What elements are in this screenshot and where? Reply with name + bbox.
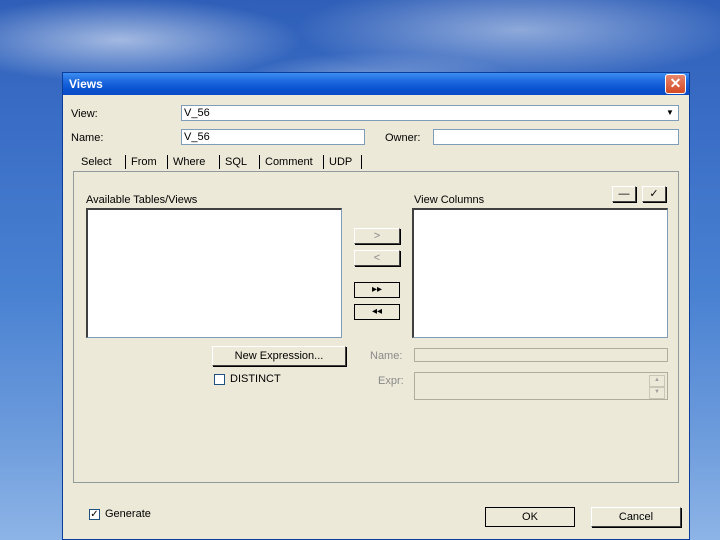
title-bar[interactable]: Views ✕ bbox=[63, 73, 689, 95]
distinct-label: DISTINCT bbox=[230, 373, 281, 385]
tab-select[interactable]: Select bbox=[79, 153, 114, 171]
chevron-down-icon[interactable]: ▼ bbox=[663, 107, 677, 119]
tab-separator bbox=[219, 155, 220, 169]
tab-separator bbox=[125, 155, 126, 169]
move-up-button[interactable]: — bbox=[612, 186, 636, 202]
tab-where[interactable]: Where bbox=[171, 153, 207, 171]
tab-udp[interactable]: UDP bbox=[327, 153, 354, 171]
tab-separator bbox=[259, 155, 260, 169]
add-all-columns-button[interactable]: ▸▸ bbox=[354, 282, 400, 298]
name-input[interactable]: V_56 bbox=[181, 129, 365, 145]
scroll-up-icon[interactable]: ▲ bbox=[649, 375, 665, 387]
tab-separator bbox=[323, 155, 324, 169]
view-columns-label: View Columns bbox=[414, 194, 485, 206]
select-tab-panel: Available Tables/Views View Columns — ✓ … bbox=[73, 171, 679, 483]
close-button[interactable]: ✕ bbox=[665, 74, 686, 94]
scroll-down-icon[interactable]: ▼ bbox=[649, 387, 665, 399]
view-columns-list[interactable] bbox=[412, 208, 668, 338]
view-dropdown-value: V_56 bbox=[184, 107, 210, 119]
tab-sql[interactable]: SQL bbox=[223, 153, 249, 171]
ok-button[interactable]: OK bbox=[485, 507, 575, 527]
add-column-button[interactable]: > bbox=[354, 228, 400, 244]
distinct-checkbox[interactable] bbox=[214, 374, 225, 385]
owner-input[interactable] bbox=[433, 129, 679, 145]
generate-checkbox[interactable]: ✓ bbox=[89, 509, 100, 520]
window-title: Views bbox=[69, 77, 103, 91]
remove-all-columns-button[interactable]: ◂◂ bbox=[354, 304, 400, 320]
available-tables-label: Available Tables/Views bbox=[86, 194, 198, 206]
tab-separator bbox=[361, 155, 362, 169]
owner-label: Owner: bbox=[385, 132, 421, 144]
generate-label: Generate bbox=[105, 508, 151, 520]
expression-name-input[interactable] bbox=[414, 348, 668, 362]
move-down-button[interactable]: ✓ bbox=[642, 186, 666, 202]
new-expression-button[interactable]: New Expression... bbox=[212, 346, 346, 366]
tab-from[interactable]: From bbox=[129, 153, 159, 171]
available-tables-list[interactable] bbox=[86, 208, 342, 338]
expression-label: Expr: bbox=[378, 375, 404, 387]
remove-column-button[interactable]: < bbox=[354, 250, 400, 266]
tab-separator bbox=[167, 155, 168, 169]
expression-input[interactable]: ▲ ▼ bbox=[414, 372, 668, 400]
name-label: Name: bbox=[71, 132, 104, 144]
expression-name-label: Name: bbox=[370, 350, 403, 362]
cancel-button[interactable]: Cancel bbox=[591, 507, 681, 527]
tab-comment[interactable]: Comment bbox=[263, 153, 315, 171]
views-dialog: Views ✕ View: V_56 ▼ Name: V_56 Owner: S… bbox=[62, 72, 690, 540]
view-label: View: bbox=[71, 108, 98, 120]
view-dropdown[interactable]: V_56 ▼ bbox=[181, 105, 679, 121]
